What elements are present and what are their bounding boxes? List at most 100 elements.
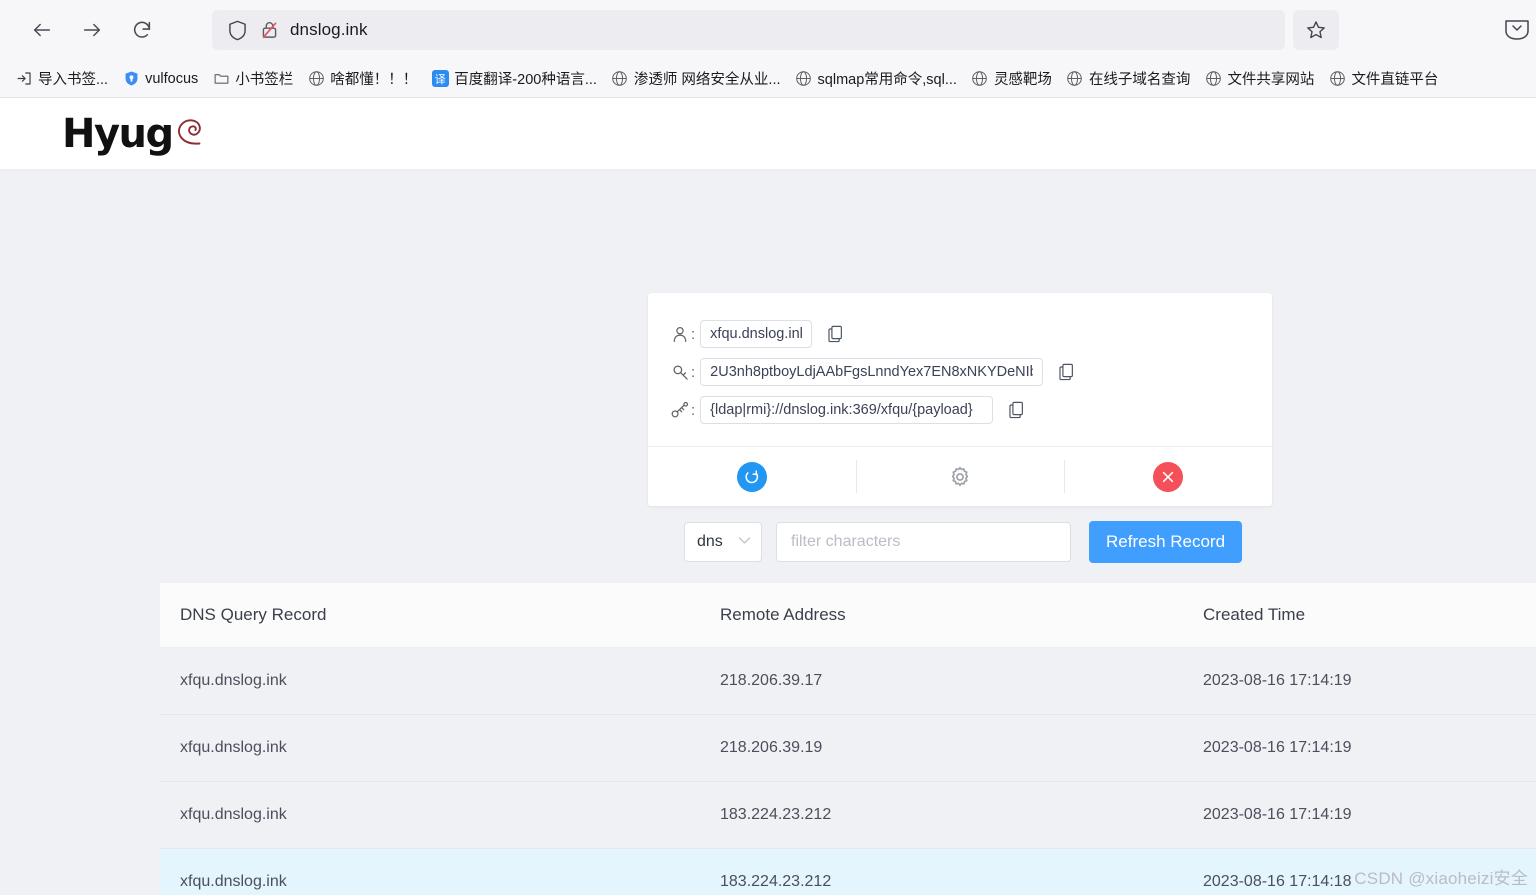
bookmark-item[interactable]: vulfocus	[115, 67, 205, 91]
field-value-input[interactable]	[700, 358, 1044, 386]
cell-dns-query-record: xfqu.dnslog.ink	[180, 873, 287, 890]
bookmark-item[interactable]: 文件共享网站	[1197, 65, 1321, 92]
bookmark-label: 文件共享网站	[1227, 72, 1315, 88]
copy-icon[interactable]	[825, 324, 845, 344]
reload-icon	[133, 21, 151, 38]
card-field-row: :	[670, 396, 1272, 424]
card-field-row: :	[670, 358, 1272, 386]
bookmark-star-button[interactable]	[1293, 10, 1339, 50]
browser-toolbar: dnslog.ink	[0, 0, 1536, 60]
folder-icon	[212, 70, 230, 88]
field-value-input[interactable]	[700, 396, 994, 424]
bookmark-item[interactable]: 在线子域名查询	[1059, 65, 1198, 92]
field-colon: :	[691, 401, 696, 419]
bookmark-label: 在线子域名查询	[1088, 72, 1191, 88]
bookmark-label: 小书签栏	[235, 72, 294, 88]
refresh-record-button[interactable]: Refresh Record	[1089, 521, 1243, 563]
refresh-domain-cell[interactable]	[648, 447, 856, 506]
column-header-remote-address: Remote Address	[720, 605, 846, 624]
filter-input[interactable]	[776, 522, 1071, 562]
spiral-a-icon	[169, 112, 211, 159]
cell-dns-query-record: xfqu.dnslog.ink	[180, 672, 287, 689]
field-colon: :	[691, 325, 696, 343]
field-colon: :	[691, 363, 696, 381]
settings-cell[interactable]	[856, 447, 1064, 506]
copy-icon[interactable]	[1006, 400, 1026, 420]
column-header-created-time: Created Time	[1203, 605, 1306, 624]
globe-icon	[1204, 70, 1222, 88]
cell-dns-query-record: xfqu.dnslog.ink	[180, 806, 287, 823]
table-row[interactable]: xfqu.dnslog.ink 183.224.23.212 2023-08-16 …	[160, 849, 1536, 895]
table-body: xfqu.dnslog.ink 218.206.39.17 2023-08-16 1…	[160, 648, 1536, 895]
filter-toolbar: dns Refresh Record	[684, 521, 1243, 563]
bookmark-label: vulfocus	[145, 70, 199, 87]
bookmark-label: 导入书签...	[38, 72, 109, 88]
bookmark-item[interactable]: sqlmap常用命令,sql...	[788, 65, 964, 92]
table-row[interactable]: xfqu.dnslog.ink 183.224.23.212 2023-08-16 …	[160, 782, 1536, 849]
collections-chevron-icon	[1505, 20, 1529, 40]
site-header: Hyug	[0, 98, 1536, 169]
site-logo[interactable]: Hyug	[62, 108, 211, 159]
forward-button[interactable]	[72, 10, 112, 50]
settings-button[interactable]	[948, 465, 972, 489]
table-row[interactable]: xfqu.dnslog.ink 218.206.39.17 2023-08-16 1…	[160, 648, 1536, 715]
shield-icon[interactable]	[224, 17, 250, 43]
cell-created-time: 2023-08-16 17:14:19	[1203, 739, 1352, 756]
address-bar[interactable]: dnslog.ink	[212, 10, 1285, 50]
bookmark-item[interactable]: 灵感靶场	[964, 65, 1059, 92]
globe-icon	[971, 70, 989, 88]
bookmark-item[interactable]: 渗透师 网络安全从业...	[604, 65, 788, 92]
bookmark-item[interactable]: 文件直链平台	[1321, 65, 1445, 92]
bookmark-item[interactable]: 小书签栏	[205, 65, 300, 92]
watermark: CSDN @xiaoheizi安全	[1354, 869, 1528, 888]
card-fields: : : :	[648, 293, 1272, 446]
column-header-dns-query-record: DNS Query Record	[180, 605, 327, 624]
copy-icon[interactable]	[1056, 362, 1076, 382]
refresh-arrow-icon	[745, 469, 759, 483]
bookmark-label: 渗透师 网络安全从业...	[633, 72, 781, 88]
logo-text: Hyug	[62, 110, 174, 157]
card-action-bar	[648, 446, 1272, 506]
page-content: Hyug : : :	[0, 98, 1536, 895]
domain-info-card: : : :	[648, 293, 1272, 506]
toolbar-right-actions	[1502, 0, 1536, 60]
globe-icon	[795, 70, 813, 88]
globe-icon	[1066, 70, 1084, 88]
cell-created-time: 2023-08-16 17:14:19	[1203, 806, 1352, 823]
bookmark-label: 百度翻译-200种语言...	[454, 72, 597, 88]
arrow-right-icon	[83, 23, 101, 37]
cell-remote-address: 218.206.39.17	[720, 672, 823, 689]
gear-icon	[951, 466, 969, 486]
not-secure-icon[interactable]	[256, 17, 282, 43]
table-row[interactable]: xfqu.dnslog.ink 218.206.39.19 2023-08-16 1…	[160, 715, 1536, 782]
bookmark-item[interactable]: 啥都懂！！！	[300, 65, 424, 92]
cell-remote-address: 218.206.39.19	[720, 739, 823, 756]
chain-key-icon	[670, 400, 690, 420]
arrow-left-icon	[33, 23, 51, 37]
cell-created-time: 2023-08-16 17:14:19	[1203, 672, 1352, 689]
delete-button[interactable]	[1153, 461, 1183, 492]
globe-icon	[307, 70, 325, 88]
chevron-down-icon	[738, 536, 751, 548]
cell-remote-address: 183.224.23.212	[720, 806, 832, 823]
bookmark-label: 灵感靶场	[993, 72, 1052, 88]
bookmark-item[interactable]: 译百度翻译-200种语言...	[424, 65, 604, 92]
collections-button[interactable]	[1502, 10, 1536, 50]
globe-icon	[611, 70, 629, 88]
bookmark-label: 文件直链平台	[1351, 72, 1439, 88]
baidu-translate-favicon: 译	[431, 70, 449, 88]
bookmark-item[interactable]: 导入书签...	[8, 65, 115, 92]
field-value-input[interactable]	[700, 320, 813, 348]
record-type-select[interactable]: dns	[684, 522, 762, 562]
import-bookmarks-icon	[15, 70, 33, 88]
bookmark-label: sqlmap常用命令,sql...	[817, 72, 957, 88]
cell-dns-query-record: xfqu.dnslog.ink	[180, 739, 287, 756]
delete-cell[interactable]	[1064, 447, 1272, 506]
refresh-domain-button[interactable]	[737, 461, 767, 492]
reload-button[interactable]	[122, 10, 162, 50]
dns-records-table: DNS Query Record Remote Address Created …	[160, 583, 1536, 895]
back-button[interactable]	[22, 10, 62, 50]
bookmark-label: 啥都懂！！！	[330, 72, 418, 88]
key-icon	[670, 362, 690, 382]
cell-remote-address: 183.224.23.212	[720, 873, 832, 890]
